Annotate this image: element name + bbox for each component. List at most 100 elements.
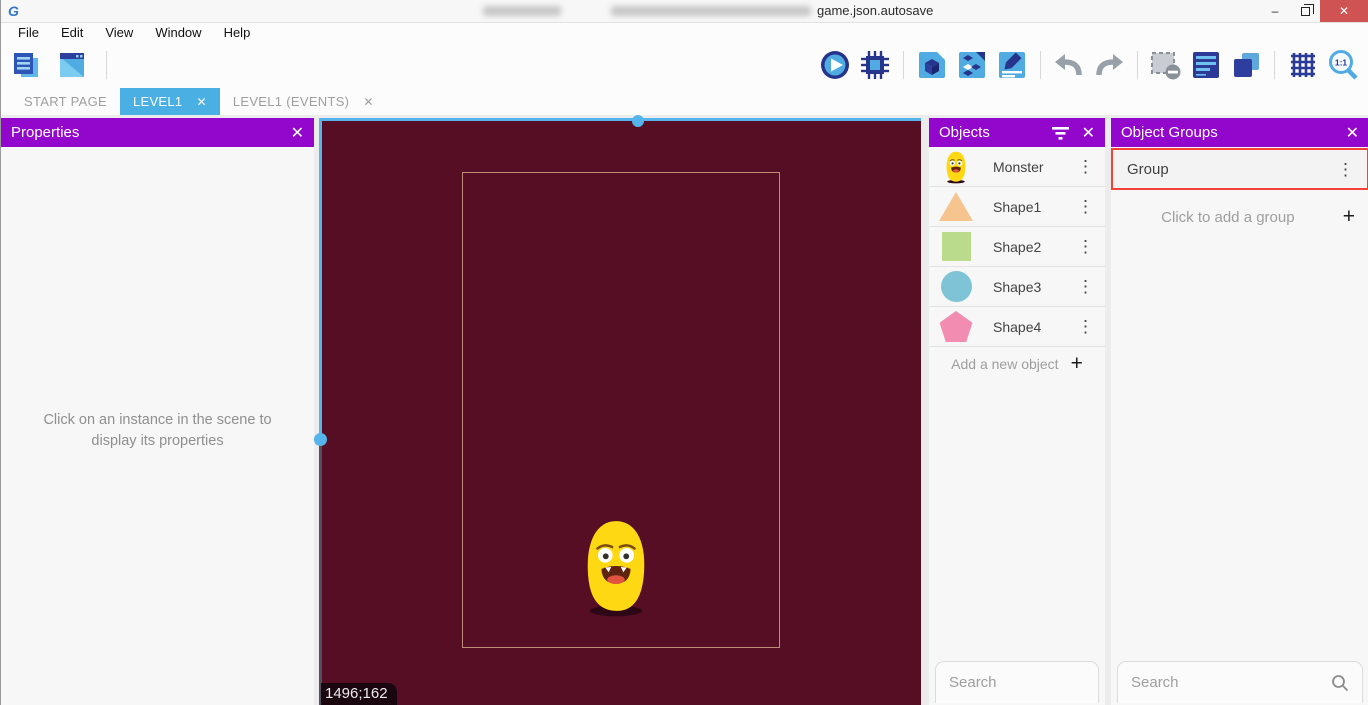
object-name: Shape4	[993, 319, 1074, 335]
toolbar-divider	[903, 51, 904, 79]
delete-selection-icon[interactable]	[1149, 48, 1183, 82]
object-row-shape3[interactable]: Shape3 ⋮	[929, 267, 1105, 307]
toolbar-divider	[1040, 51, 1041, 79]
group-name: Group	[1127, 161, 1334, 178]
toolbar-divider	[1274, 51, 1275, 79]
close-panel-icon[interactable]: ✕	[1082, 123, 1095, 143]
add-object-button[interactable]: Add a new object +	[929, 347, 1105, 381]
groups-search-input[interactable]	[1131, 674, 1331, 691]
object-menu-icon[interactable]: ⋮	[1074, 198, 1097, 215]
objects-editor-icon[interactable]	[915, 48, 949, 82]
filter-icon[interactable]	[1051, 125, 1070, 141]
pentagon-icon	[940, 311, 973, 342]
object-name: Monster	[993, 159, 1074, 175]
search-icon	[1331, 674, 1349, 692]
edit-scene-properties-icon[interactable]	[995, 48, 1029, 82]
vertical-scrollbar[interactable]	[319, 118, 322, 443]
objects-panel-header: Objects ✕	[929, 118, 1105, 147]
panel-title: Objects	[939, 124, 1051, 141]
instances-icon[interactable]	[955, 48, 989, 82]
minimize-button[interactable]: –	[1260, 0, 1290, 22]
preview-play-icon[interactable]	[818, 48, 852, 82]
menu-file[interactable]: File	[7, 25, 50, 40]
square-icon	[942, 232, 971, 261]
toolbar-divider	[106, 51, 107, 79]
restore-button[interactable]	[1290, 0, 1320, 22]
properties-panel-header: Properties ✕	[1, 118, 314, 147]
properties-panel: Properties ✕ Click on an instance in the…	[1, 118, 314, 705]
object-name: Shape1	[993, 199, 1074, 215]
groups-search-box[interactable]	[1117, 661, 1363, 703]
horizontal-scrollbar[interactable]	[319, 118, 921, 121]
monster-instance[interactable]	[577, 516, 655, 618]
close-tab-icon[interactable]: ✕	[196, 95, 206, 109]
close-tab-icon[interactable]: ✕	[363, 95, 373, 109]
start-page-icon[interactable]	[55, 48, 89, 82]
object-name: Shape2	[993, 239, 1074, 255]
tab-bar: START PAGE LEVEL1 ✕ LEVEL1 (EVENTS) ✕	[1, 88, 1368, 115]
redo-icon[interactable]	[1092, 48, 1126, 82]
window-controls: – ✕	[1260, 0, 1368, 22]
object-menu-icon[interactable]: ⋮	[1074, 158, 1097, 175]
object-menu-icon[interactable]: ⋮	[1074, 318, 1097, 335]
plus-icon: +	[1343, 207, 1355, 227]
object-menu-icon[interactable]: ⋮	[1074, 238, 1097, 255]
group-menu-icon[interactable]: ⋮	[1334, 161, 1357, 178]
zoom-1-1-icon[interactable]: 1:1	[1326, 48, 1360, 82]
app-logo-icon: G	[8, 4, 19, 18]
layers-icon[interactable]	[1229, 48, 1263, 82]
scene-canvas[interactable]: 1496;162	[319, 118, 921, 705]
tab-level1[interactable]: LEVEL1 ✕	[120, 88, 220, 115]
tab-start-page[interactable]: START PAGE	[11, 88, 120, 115]
tab-label: LEVEL1 (EVENTS)	[233, 94, 350, 109]
close-panel-icon[interactable]: ✕	[291, 123, 304, 143]
tab-level1-events[interactable]: LEVEL1 (EVENTS) ✕	[220, 88, 387, 115]
panel-title: Object Groups	[1121, 124, 1334, 141]
debug-icon[interactable]	[858, 48, 892, 82]
menu-edit[interactable]: Edit	[50, 25, 94, 40]
grid-icon[interactable]	[1286, 48, 1320, 82]
object-row-shape2[interactable]: Shape2 ⋮	[929, 227, 1105, 267]
menu-window[interactable]: Window	[144, 25, 212, 40]
instances-list-icon[interactable]	[1189, 48, 1223, 82]
restore-icon	[1301, 7, 1310, 16]
main-area: Properties ✕ Click on an instance in the…	[1, 115, 1368, 705]
vertical-scrollbar-track	[319, 443, 322, 705]
title-bar: G game.json.autosave – ✕	[1, 0, 1368, 22]
objects-search-box[interactable]	[935, 661, 1099, 703]
menu-view[interactable]: View	[94, 25, 144, 40]
undo-icon[interactable]	[1052, 48, 1086, 82]
group-row-group[interactable]: Group ⋮	[1111, 148, 1368, 190]
add-group-label: Click to add a group	[1125, 209, 1331, 226]
tab-label: START PAGE	[24, 94, 107, 109]
redacted-path-segment	[483, 6, 561, 16]
objects-panel: Objects ✕ Monste	[929, 118, 1105, 705]
menu-bar: File Edit View Window Help	[1, 22, 1368, 42]
properties-empty-message: Click on an instance in the scene to dis…	[1, 410, 314, 452]
tab-label: LEVEL1	[133, 94, 183, 109]
close-button[interactable]: ✕	[1320, 0, 1368, 22]
toolbar: 1:1	[1, 42, 1368, 88]
object-groups-panel: Object Groups ✕ Group ⋮ Click to add a g…	[1111, 118, 1368, 705]
project-manager-icon[interactable]	[9, 48, 43, 82]
object-menu-icon[interactable]: ⋮	[1074, 278, 1097, 295]
toolbar-divider	[1137, 51, 1138, 79]
add-group-button[interactable]: Click to add a group +	[1111, 202, 1368, 232]
groups-panel-header: Object Groups ✕	[1111, 118, 1368, 147]
svg-text:1:1: 1:1	[1335, 58, 1348, 68]
monster-thumbnail-icon	[939, 150, 973, 184]
circle-icon	[941, 271, 972, 302]
object-name: Shape3	[993, 279, 1074, 295]
object-row-monster[interactable]: Monster ⋮	[929, 147, 1105, 187]
object-row-shape1[interactable]: Shape1 ⋮	[929, 187, 1105, 227]
panel-title: Properties	[11, 124, 279, 141]
close-panel-icon[interactable]: ✕	[1346, 123, 1359, 143]
plus-icon: +	[1071, 354, 1083, 374]
redacted-path-segment	[611, 6, 811, 16]
triangle-icon	[939, 192, 973, 221]
add-object-label: Add a new object	[951, 356, 1058, 372]
menu-help[interactable]: Help	[213, 25, 262, 40]
object-row-shape4[interactable]: Shape4 ⋮	[929, 307, 1105, 347]
vertical-scrollbar-handle[interactable]	[314, 433, 327, 446]
horizontal-scrollbar-handle[interactable]	[632, 115, 644, 127]
